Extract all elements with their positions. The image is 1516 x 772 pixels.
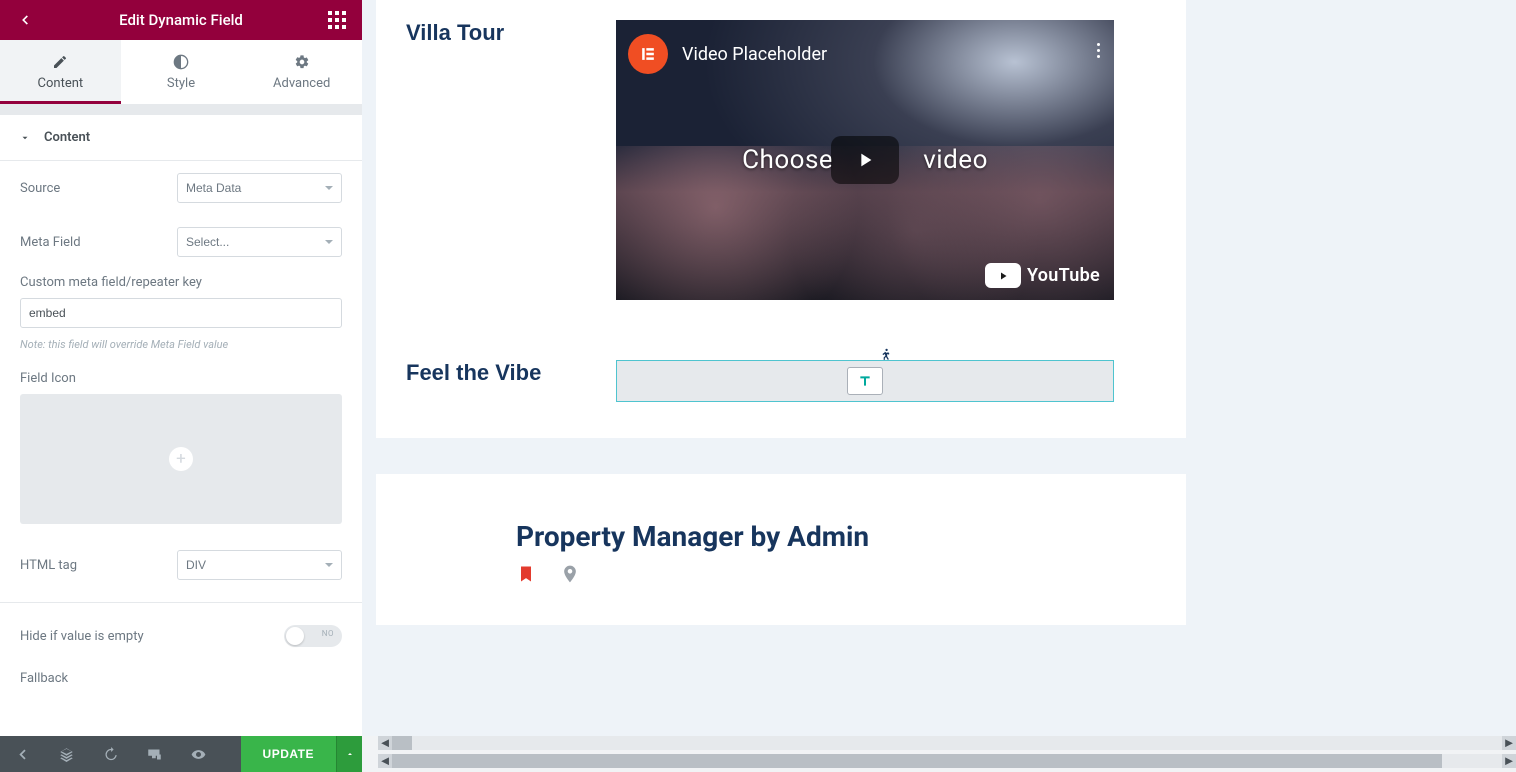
meta-field-select[interactable]: Select...: [177, 227, 342, 257]
scroll-left-button[interactable]: ◄: [378, 754, 392, 768]
source-label: Source: [20, 181, 177, 196]
gear-icon: [294, 54, 310, 70]
dynamic-field-icon: [847, 367, 883, 395]
panel-body: Content Source Meta Data Meta Field Sele…: [0, 115, 362, 736]
devices-icon: [147, 747, 162, 762]
update-group: UPDATE: [241, 736, 362, 772]
meta-field-label: Meta Field: [20, 235, 177, 250]
video-center-right: video: [923, 145, 988, 175]
apps-icon: [328, 11, 346, 29]
footer-responsive-button[interactable]: [132, 736, 176, 772]
section-property-manager: Property Manager by Admin: [376, 474, 1186, 625]
tab-advanced-label: Advanced: [273, 76, 330, 91]
contrast-icon: [173, 54, 189, 70]
property-manager-heading: Property Manager by Admin: [516, 520, 1156, 553]
editor-canvas[interactable]: Villa Tour Video Placeholder Choose: [362, 0, 1516, 736]
tab-style-label: Style: [167, 76, 195, 91]
dynamic-field-widget[interactable]: [616, 360, 1114, 402]
scroll-thumb[interactable]: [392, 754, 1442, 768]
custom-key-label: Custom meta field/repeater key: [20, 275, 342, 290]
control-meta-field: Meta Field Select...: [0, 215, 362, 269]
control-fallback: Fallback: [0, 659, 362, 698]
control-field-icon: Field Icon: [0, 365, 362, 386]
tab-content-label: Content: [38, 76, 84, 91]
back-button[interactable]: [10, 13, 40, 27]
tab-style[interactable]: Style: [121, 40, 242, 104]
video-center-left: Choose: [742, 145, 833, 175]
panel-title: Edit Dynamic Field: [40, 11, 322, 29]
edit-handle-icon[interactable]: [879, 347, 893, 365]
scroll-left-button[interactable]: ◄: [378, 736, 392, 750]
section-villa-vibe: Villa Tour Video Placeholder Choose: [376, 0, 1186, 438]
video-title: Video Placeholder: [682, 44, 827, 65]
update-more-button[interactable]: [336, 736, 362, 772]
play-icon: [854, 149, 876, 171]
scroll-right-button[interactable]: ►: [1502, 736, 1516, 750]
control-hide-if-empty: Hide if value is empty NO: [0, 613, 362, 659]
caret-up-icon: [346, 750, 354, 758]
source-select[interactable]: Meta Data: [177, 173, 342, 203]
youtube-icon: [985, 263, 1021, 288]
scroll-thumb[interactable]: [392, 736, 412, 750]
text-field-icon: [857, 373, 873, 389]
footer-preview-button[interactable]: [176, 736, 220, 772]
elementor-logo-icon: [628, 34, 668, 74]
toggle-off-label: NO: [322, 629, 334, 638]
custom-key-input[interactable]: [20, 298, 342, 328]
canvas-hscroll-top[interactable]: ◄ ►: [378, 736, 1516, 750]
control-html-tag: HTML tag DIV: [0, 538, 362, 592]
field-icon-label: Field Icon: [20, 371, 342, 386]
custom-key-note: Note: this field will override Meta Fiel…: [0, 338, 362, 365]
eye-icon: [191, 747, 206, 762]
running-icon: [879, 347, 893, 361]
tab-advanced[interactable]: Advanced: [241, 40, 362, 104]
layers-icon: [59, 747, 74, 762]
control-source: Source Meta Data: [0, 161, 362, 215]
update-button[interactable]: UPDATE: [241, 736, 336, 772]
field-icon-picker[interactable]: +: [20, 394, 342, 524]
history-icon: [103, 747, 118, 762]
caret-down-icon: [20, 133, 30, 143]
youtube-badge: YouTube: [985, 263, 1100, 288]
footer-navigator-button[interactable]: [44, 736, 88, 772]
panel-footer: UPDATE: [0, 736, 362, 772]
location-pin-icon: [560, 563, 580, 585]
toggle-knob: [286, 627, 304, 645]
footer-settings-button[interactable]: [0, 736, 44, 772]
youtube-label: YouTube: [1027, 265, 1100, 286]
panel-tabs: Content Style Advanced: [0, 40, 362, 105]
apps-button[interactable]: [322, 11, 352, 29]
canvas-hscroll-bottom[interactable]: ◄ ►: [378, 754, 1516, 768]
html-tag-select[interactable]: DIV: [177, 550, 342, 580]
video-menu-button[interactable]: [1097, 40, 1100, 61]
feel-the-vibe-heading: Feel the Vibe: [406, 360, 616, 386]
villa-tour-heading: Villa Tour: [406, 20, 616, 46]
property-manager-meta: [516, 563, 1156, 585]
tab-content[interactable]: Content: [0, 40, 121, 104]
hide-if-empty-label: Hide if value is empty: [20, 629, 284, 644]
bookmark-icon: [516, 563, 536, 585]
control-custom-key: Custom meta field/repeater key: [0, 269, 362, 338]
chevron-left-icon: [18, 13, 32, 27]
tab-separator: [0, 105, 362, 115]
pencil-icon: [52, 54, 68, 70]
divider: [0, 602, 362, 603]
section-content-toggle[interactable]: Content: [0, 115, 362, 161]
footer-history-button[interactable]: [88, 736, 132, 772]
video-placeholder[interactable]: Video Placeholder Choose video YouTube: [616, 20, 1114, 300]
fallback-label: Fallback: [20, 671, 342, 686]
chevron-left-icon: [15, 747, 30, 762]
panel-header: Edit Dynamic Field: [0, 0, 362, 40]
video-play-button[interactable]: [831, 136, 899, 184]
editor-panel: Edit Dynamic Field Content Style Advance…: [0, 0, 362, 736]
scroll-right-button[interactable]: ►: [1502, 754, 1516, 768]
video-header: Video Placeholder: [628, 34, 827, 74]
hide-if-empty-toggle[interactable]: NO: [284, 625, 342, 647]
plus-icon: +: [169, 447, 193, 471]
html-tag-label: HTML tag: [20, 558, 177, 573]
section-content-label: Content: [44, 130, 90, 145]
